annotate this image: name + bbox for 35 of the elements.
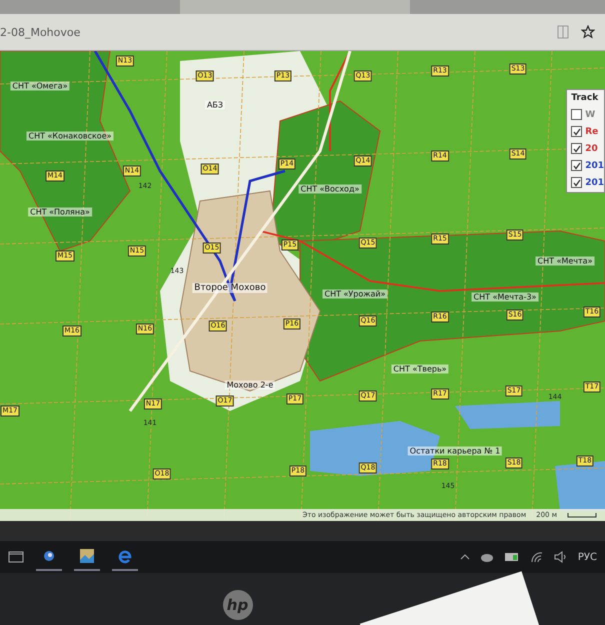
address-text: 2-08_Mohovoe [0, 26, 82, 38]
checkbox[interactable] [571, 143, 582, 154]
laptop-logo: hp [222, 590, 252, 620]
task-view-icon[interactable] [8, 551, 24, 563]
checkbox[interactable] [571, 126, 582, 137]
place-label: СНТ «Тверь» [391, 364, 449, 374]
track-label: 201 [585, 178, 604, 188]
battery-icon[interactable] [504, 552, 520, 562]
chevron-up-icon[interactable] [460, 554, 470, 560]
scale-bar-icon [567, 512, 597, 518]
place-label: Остатки карьера № 1 [408, 446, 502, 456]
track-label: W [585, 110, 596, 120]
place-label: СНТ «Омега» [10, 82, 70, 90]
language-indicator[interactable]: РУС [578, 552, 597, 562]
track-label: 201 [585, 160, 604, 170]
address-bar[interactable]: 2-08_Mohovoe [0, 14, 605, 51]
wifi-icon[interactable] [530, 551, 544, 563]
place-label: СНТ «Поляна» [28, 208, 92, 216]
place-label: СНТ «Урожай» [322, 290, 388, 298]
track-label: 20 [585, 144, 598, 154]
panel-title: Track [571, 93, 600, 103]
place-label: Мохово 2-е [224, 380, 276, 390]
star-icon[interactable] [581, 25, 595, 39]
cloud-icon[interactable] [480, 552, 494, 562]
place-label: Второе Мохово [192, 283, 268, 293]
place-label: СНТ «Конаковское» [26, 132, 114, 140]
place-label: АБЗ [204, 100, 226, 110]
checkbox[interactable] [571, 109, 582, 120]
speaker-icon[interactable] [554, 551, 568, 563]
track-label: Re [585, 126, 598, 136]
place-label: СНТ «Мечта-3» [472, 292, 538, 302]
checkbox[interactable] [571, 160, 582, 171]
checkbox[interactable] [571, 177, 582, 188]
place-label: СНТ «Мечта» [536, 256, 594, 266]
place-label: СНТ «Восход» [298, 184, 362, 194]
